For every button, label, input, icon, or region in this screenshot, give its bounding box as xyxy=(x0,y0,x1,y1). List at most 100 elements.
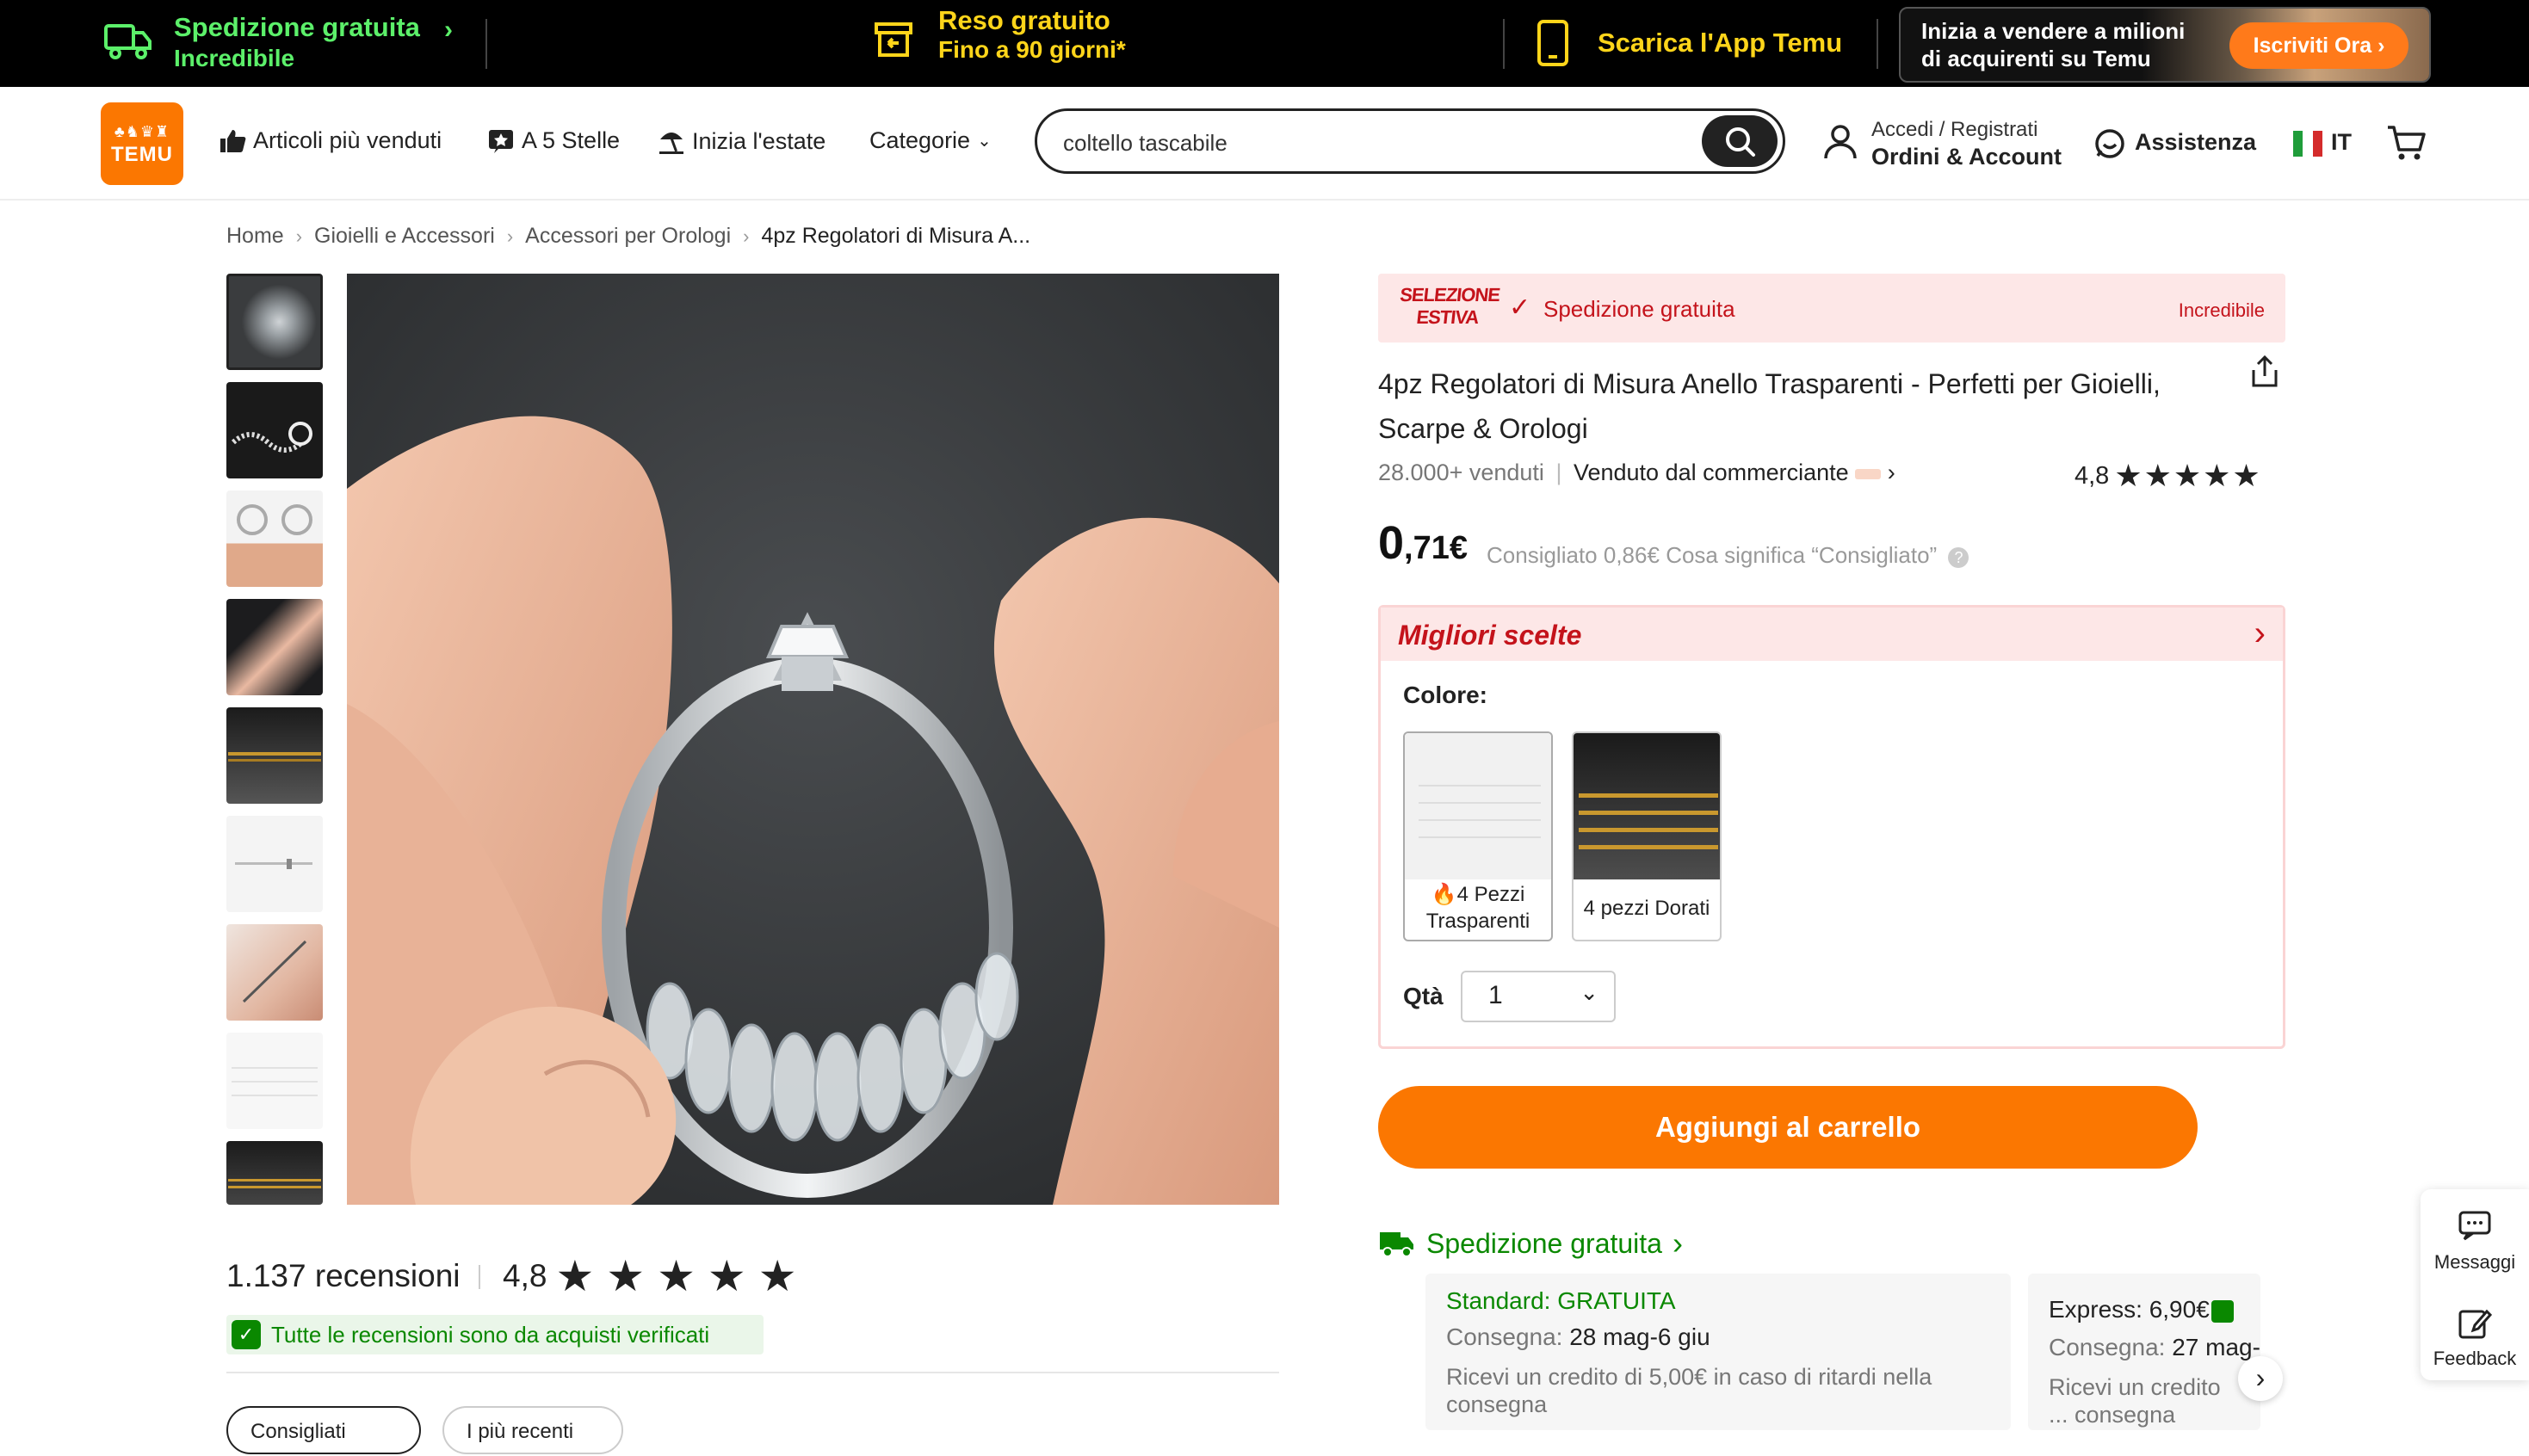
nav-five-stars-label: A 5 Stelle xyxy=(522,127,621,153)
banner-returns-sub: Fino a 90 giorni* xyxy=(938,36,1126,63)
top-banner: Spedizione gratuita › Incredibile Reso g… xyxy=(0,0,2529,87)
breadcrumb-separator: › xyxy=(506,225,514,247)
banner-shipping-title[interactable]: Spedizione gratuita xyxy=(174,12,420,43)
verified-reviews-note: ✓ Tutte le recensioni sono da acquisti ve… xyxy=(226,1315,764,1354)
thumbnail-2-image xyxy=(231,422,312,453)
star-badge-icon xyxy=(489,129,513,153)
star-rating-icon: ★★★★★ xyxy=(555,1252,809,1300)
express-delivery-value: 27 mag- xyxy=(2172,1334,2260,1360)
fire-icon: 🔥 xyxy=(1431,883,1457,906)
chevron-right-icon: › xyxy=(1887,460,1895,485)
quantity-label: Qtà xyxy=(1403,983,1444,1009)
reference-price: Consigliato 0,86€ Cosa significa “Consig… xyxy=(1487,542,1969,569)
banner-divider xyxy=(1877,19,1878,69)
breadcrumb-level2[interactable]: Accessori per Orologi xyxy=(525,224,731,249)
thumbnail-4[interactable] xyxy=(226,599,323,695)
chevron-down-icon: ⌄ xyxy=(977,132,992,151)
thumbnail-1[interactable] xyxy=(226,274,323,370)
chat-support-icon[interactable] xyxy=(2093,127,2126,164)
breadcrumb-level1[interactable]: Gioielli e Accessori xyxy=(314,224,495,249)
banner-returns-title[interactable]: Reso gratuito xyxy=(938,5,1110,36)
chevron-right-icon: › xyxy=(444,15,453,44)
share-icon[interactable] xyxy=(2248,355,2281,393)
express-delivery-label: Consegna: xyxy=(2049,1334,2166,1360)
thumbnail-8-image xyxy=(232,1067,318,1096)
thumbnail-2[interactable] xyxy=(226,382,323,478)
sold-count: 28.000+ venduti | Venduto dal commercian… xyxy=(1378,460,1895,486)
search-input[interactable] xyxy=(1061,128,1702,157)
quantity-select[interactable]: 1 ⌄ xyxy=(1461,971,1616,1022)
seller-promo-banner[interactable]: Inizia a vendere a milioni di acquirenti… xyxy=(1899,7,2431,83)
add-to-cart-button[interactable]: Aggiungi al carrello xyxy=(1378,1086,2198,1169)
feedback-link[interactable]: Feedback xyxy=(2421,1348,2529,1370)
nav-summer[interactable]: Inizia l'estate xyxy=(658,127,825,155)
signup-button-label: Iscriviti Ora xyxy=(2253,34,2372,58)
color-option-gold[interactable]: 4 pezzi Dorati xyxy=(1572,731,1722,941)
search-bar[interactable] xyxy=(1035,108,1785,174)
promo-text: Inizia a vendere a milioni di acquirenti… xyxy=(1921,17,2185,72)
best-picks-header[interactable]: Migliori scelte › xyxy=(1381,608,2283,661)
summer-selection-banner[interactable]: SELEZIONE ESTIVA ✓ Spedizione gratuita I… xyxy=(1378,274,2285,342)
product-rating[interactable]: 4,8 ★★★★★ xyxy=(2075,458,2262,494)
nav-five-stars[interactable]: A 5 Stelle xyxy=(487,127,620,154)
messages-link[interactable]: Messaggi xyxy=(2421,1251,2529,1274)
logo-text: TEMU xyxy=(111,143,173,166)
tab-recommended[interactable]: Consigliati xyxy=(226,1406,421,1454)
price-integer: 0 xyxy=(1378,517,1405,569)
eco-badge-icon xyxy=(2211,1299,2234,1323)
shipping-info-link[interactable]: Spedizione gratuita › xyxy=(1378,1225,1683,1262)
account-signin-link[interactable]: Accedi / Registrati xyxy=(1871,118,2037,142)
reference-price-label: Consigliato xyxy=(1487,542,1598,568)
temu-logo[interactable]: ♣♞♛♜ TEMU xyxy=(101,102,183,185)
shipping-carousel-next[interactable]: › xyxy=(2238,1356,2283,1401)
nav-bestsellers[interactable]: Articoli più venduti xyxy=(219,127,442,154)
nav-categories[interactable]: Categorie ⌄ xyxy=(869,127,992,154)
color-option-clear[interactable]: 🔥4 Pezzi Trasparenti xyxy=(1403,731,1553,941)
seller-link[interactable]: Venduto dal commerciante › xyxy=(1574,460,1895,485)
option-clear-strips xyxy=(1419,785,1541,838)
thumbnail-3-image xyxy=(237,504,312,535)
option-label-gold: 4 pezzi Dorati xyxy=(1583,897,1710,920)
selection-badge: SELEZIONE ESTIVA xyxy=(1396,284,1500,329)
banner-incredible: Incredibile xyxy=(2178,299,2265,321)
breadcrumb-current: 4pz Regolatori di Misura A... xyxy=(761,224,1031,248)
italy-flag-icon[interactable] xyxy=(2293,131,2322,161)
feedback-icon[interactable] xyxy=(2458,1306,2493,1343)
thumbnail-9[interactable] xyxy=(226,1141,323,1205)
breadcrumb-separator: › xyxy=(295,225,303,247)
thumbnail-9-image xyxy=(228,1179,321,1188)
seller-badge-icon xyxy=(1855,468,1882,479)
nav-summer-label: Inizia l'estate xyxy=(692,127,826,154)
thumbnail-5[interactable] xyxy=(226,707,323,804)
question-icon[interactable]: ? xyxy=(1948,547,1969,568)
thumbnail-7[interactable] xyxy=(226,924,323,1021)
breadcrumb-home[interactable]: Home xyxy=(226,224,284,249)
price-decimal: ,71€ xyxy=(1404,530,1469,566)
star-rating-icon: ★★★★★ xyxy=(2114,458,2262,493)
express-shipping-title-text: Express: 6,90€ xyxy=(2049,1296,2210,1323)
breadcrumb: Home › Gioielli e Accessori › Accessori … xyxy=(226,224,1030,249)
banner-app-link[interactable]: Scarica l'App Temu xyxy=(1598,28,1842,59)
signup-button[interactable]: Iscriviti Ora › xyxy=(2229,22,2408,69)
banner-divider xyxy=(485,19,487,69)
thumbnail-6[interactable] xyxy=(226,816,323,912)
banner-free-shipping: Spedizione gratuita xyxy=(1543,296,1735,322)
thumbnail-5-image xyxy=(228,752,321,762)
reference-price-info-link[interactable]: Cosa significa “Consigliato” xyxy=(1666,542,1937,568)
price: 0,71€ xyxy=(1378,516,1468,570)
support-link[interactable]: Assistenza xyxy=(2135,129,2256,156)
standard-delivery: Consegna: 28 mag-6 giu xyxy=(1446,1323,1710,1351)
user-icon[interactable] xyxy=(1823,124,1858,164)
account-orders-link[interactable]: Ordini & Account xyxy=(1871,144,2062,170)
product-main-image[interactable] xyxy=(347,274,1279,1205)
best-picks-title: Migliori scelte xyxy=(1398,620,1582,651)
search-button[interactable] xyxy=(1702,115,1778,167)
cart-icon[interactable] xyxy=(2386,124,2426,166)
thumbnail-8[interactable] xyxy=(226,1033,323,1129)
reviews-rating: 4,8 ★★★★★ xyxy=(503,1255,809,1298)
quantity-value: 1 xyxy=(1488,981,1503,1009)
thumbnail-3[interactable] xyxy=(226,490,323,587)
tab-most-recent[interactable]: I più recenti xyxy=(442,1406,623,1454)
message-icon[interactable] xyxy=(2458,1210,2492,1245)
language-selector[interactable]: IT xyxy=(2331,129,2352,156)
